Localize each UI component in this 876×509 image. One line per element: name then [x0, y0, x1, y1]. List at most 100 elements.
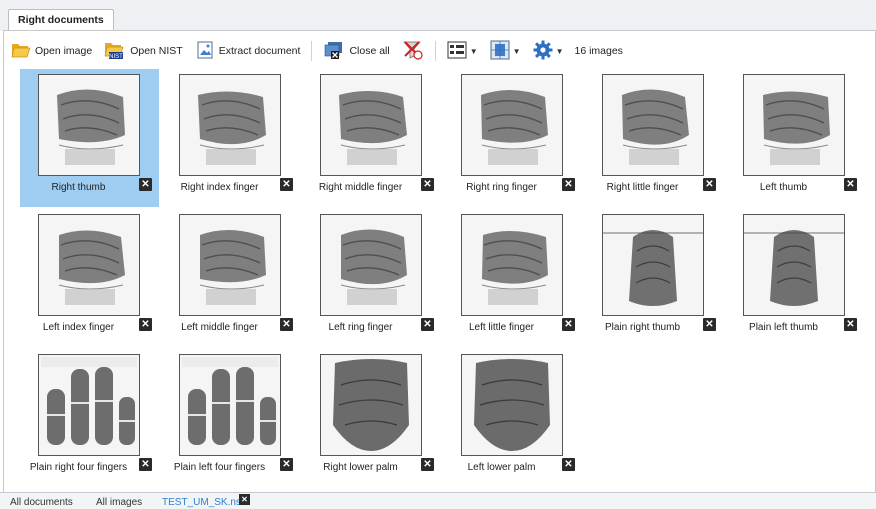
image-tile[interactable]: Plain left thumb ✕ — [725, 209, 864, 347]
image-label: Right lower palm — [323, 462, 398, 473]
image-tile[interactable]: Right ring finger ✕ — [443, 69, 582, 207]
image-tile[interactable]: Right index finger ✕ — [161, 69, 300, 207]
image-label: Right middle finger — [318, 182, 403, 193]
image-label: Left middle finger — [181, 322, 258, 333]
toolbar: Open image NIST Open NIST Extract docume… — [8, 36, 623, 66]
list-view-icon — [447, 41, 467, 62]
fingerprint-thumbnail[interactable] — [461, 74, 563, 176]
image-label: Plain left thumb — [749, 322, 818, 333]
fingerprint-thumbnail[interactable] — [38, 214, 140, 316]
image-label: Left lower palm — [467, 462, 536, 473]
close-image-button[interactable]: ✕ — [562, 318, 575, 331]
image-label: Left thumb — [759, 182, 808, 193]
close-image-button[interactable]: ✕ — [139, 458, 152, 471]
image-tile[interactable]: Left index finger ✕ — [20, 209, 159, 347]
fingerprint-thumbnail[interactable] — [179, 214, 281, 316]
bottom-tab-bar: All documents All images TEST_UM_SK.nst … — [0, 492, 876, 509]
image-label: Plain left four fingers — [173, 462, 266, 473]
image-tile[interactable]: Left thumb ✕ — [725, 69, 864, 207]
image-tile[interactable]: Left ring finger ✕ — [302, 209, 441, 347]
close-image-button[interactable]: ✕ — [139, 178, 152, 191]
image-count: 16 images — [574, 45, 623, 57]
image-tile[interactable]: Left little finger ✕ — [443, 209, 582, 347]
image-label: Right thumb — [51, 182, 106, 193]
image-tile[interactable]: Left middle finger ✕ — [161, 209, 300, 347]
open-nist-label: Open NIST — [130, 45, 183, 57]
image-tile[interactable]: Plain left four fingers ✕ — [161, 349, 300, 487]
image-tile[interactable]: Plain right four fingers ✕ — [20, 349, 159, 487]
image-label: Right index finger — [180, 182, 259, 193]
tab-close-button[interactable]: ✕ — [239, 494, 250, 505]
close-image-button[interactable]: ✕ — [562, 458, 575, 471]
svg-text:NIST: NIST — [109, 54, 123, 60]
fingerprint-thumbnail[interactable] — [461, 214, 563, 316]
open-image-button[interactable]: Open image — [8, 38, 95, 64]
fingerprint-thumbnail[interactable] — [320, 354, 422, 456]
close-image-button[interactable]: ✕ — [844, 178, 857, 191]
image-tile[interactable]: Right middle finger ✕ — [302, 69, 441, 207]
nist-folder-icon: NIST — [104, 40, 126, 63]
close-image-button[interactable]: ✕ — [280, 458, 293, 471]
image-tile[interactable]: Right little finger ✕ — [584, 69, 723, 207]
filter-clear-button[interactable] — [399, 38, 427, 64]
image-label: Left little finger — [468, 322, 535, 333]
chevron-down-icon: ▼ — [555, 46, 564, 56]
image-tile[interactable]: Left lower palm ✕ — [443, 349, 582, 487]
view-mode-dropdown[interactable]: ▼ — [444, 38, 481, 64]
gear-icon — [533, 40, 553, 63]
close-all-button[interactable]: Close all — [320, 38, 392, 64]
image-label: Left ring finger — [328, 322, 393, 333]
open-image-label: Open image — [35, 45, 93, 57]
close-image-button[interactable]: ✕ — [703, 178, 716, 191]
extract-document-label: Extract document — [218, 45, 301, 57]
close-image-button[interactable]: ✕ — [562, 178, 575, 191]
image-label: Right little finger — [606, 182, 679, 193]
tab-right-documents[interactable]: Right documents — [8, 9, 114, 31]
image-label: Plain right four fingers — [29, 462, 128, 473]
open-nist-button[interactable]: NIST Open NIST — [101, 38, 186, 64]
close-all-label: Close all — [349, 45, 390, 57]
settings-dropdown[interactable]: ▼ — [530, 38, 567, 64]
tab-all-documents[interactable]: All documents — [10, 497, 73, 508]
extract-document-icon — [195, 40, 215, 63]
chevron-down-icon: ▼ — [512, 46, 521, 56]
close-image-button[interactable]: ✕ — [139, 318, 152, 331]
filter-remove-icon — [402, 39, 424, 64]
fingerprint-thumbnail[interactable] — [179, 354, 281, 456]
fingerprint-thumbnail[interactable] — [38, 354, 140, 456]
image-label: Plain right thumb — [604, 322, 681, 333]
grid-layout-icon — [490, 40, 510, 63]
fingerprint-thumbnail[interactable] — [320, 74, 422, 176]
toolbar-separator — [434, 41, 436, 61]
close-image-button[interactable]: ✕ — [280, 178, 293, 191]
close-image-button[interactable]: ✕ — [421, 318, 434, 331]
close-all-icon — [323, 40, 345, 63]
chevron-down-icon: ▼ — [469, 46, 478, 56]
layout-dropdown[interactable]: ▼ — [487, 38, 524, 64]
close-image-button[interactable]: ✕ — [844, 318, 857, 331]
image-label: Left index finger — [42, 322, 115, 333]
close-image-button[interactable]: ✕ — [280, 318, 293, 331]
extract-document-button[interactable]: Extract document — [192, 38, 304, 64]
fingerprint-thumbnail[interactable] — [602, 214, 704, 316]
image-tile[interactable]: Right lower palm ✕ — [302, 349, 441, 487]
tab-active-file[interactable]: TEST_UM_SK.nst — [162, 497, 244, 508]
image-grid: Right thumb ✕ Right index finger ✕ Right mid… — [20, 69, 870, 489]
fingerprint-thumbnail[interactable] — [320, 214, 422, 316]
folder-open-icon — [11, 41, 31, 62]
fingerprint-thumbnail[interactable] — [38, 74, 140, 176]
image-tile[interactable]: Right thumb ✕ — [20, 69, 159, 207]
fingerprint-thumbnail[interactable] — [179, 74, 281, 176]
fingerprint-thumbnail[interactable] — [461, 354, 563, 456]
fingerprint-thumbnail[interactable] — [743, 214, 845, 316]
document-tab-strip: Right documents — [0, 0, 876, 31]
close-image-button[interactable]: ✕ — [703, 318, 716, 331]
fingerprint-thumbnail[interactable] — [743, 74, 845, 176]
close-image-button[interactable]: ✕ — [421, 458, 434, 471]
close-image-button[interactable]: ✕ — [421, 178, 434, 191]
image-label: Right ring finger — [466, 182, 537, 193]
toolbar-separator — [311, 41, 313, 61]
image-tile[interactable]: Plain right thumb ✕ — [584, 209, 723, 347]
fingerprint-thumbnail[interactable] — [602, 74, 704, 176]
tab-all-images[interactable]: All images — [96, 497, 142, 508]
